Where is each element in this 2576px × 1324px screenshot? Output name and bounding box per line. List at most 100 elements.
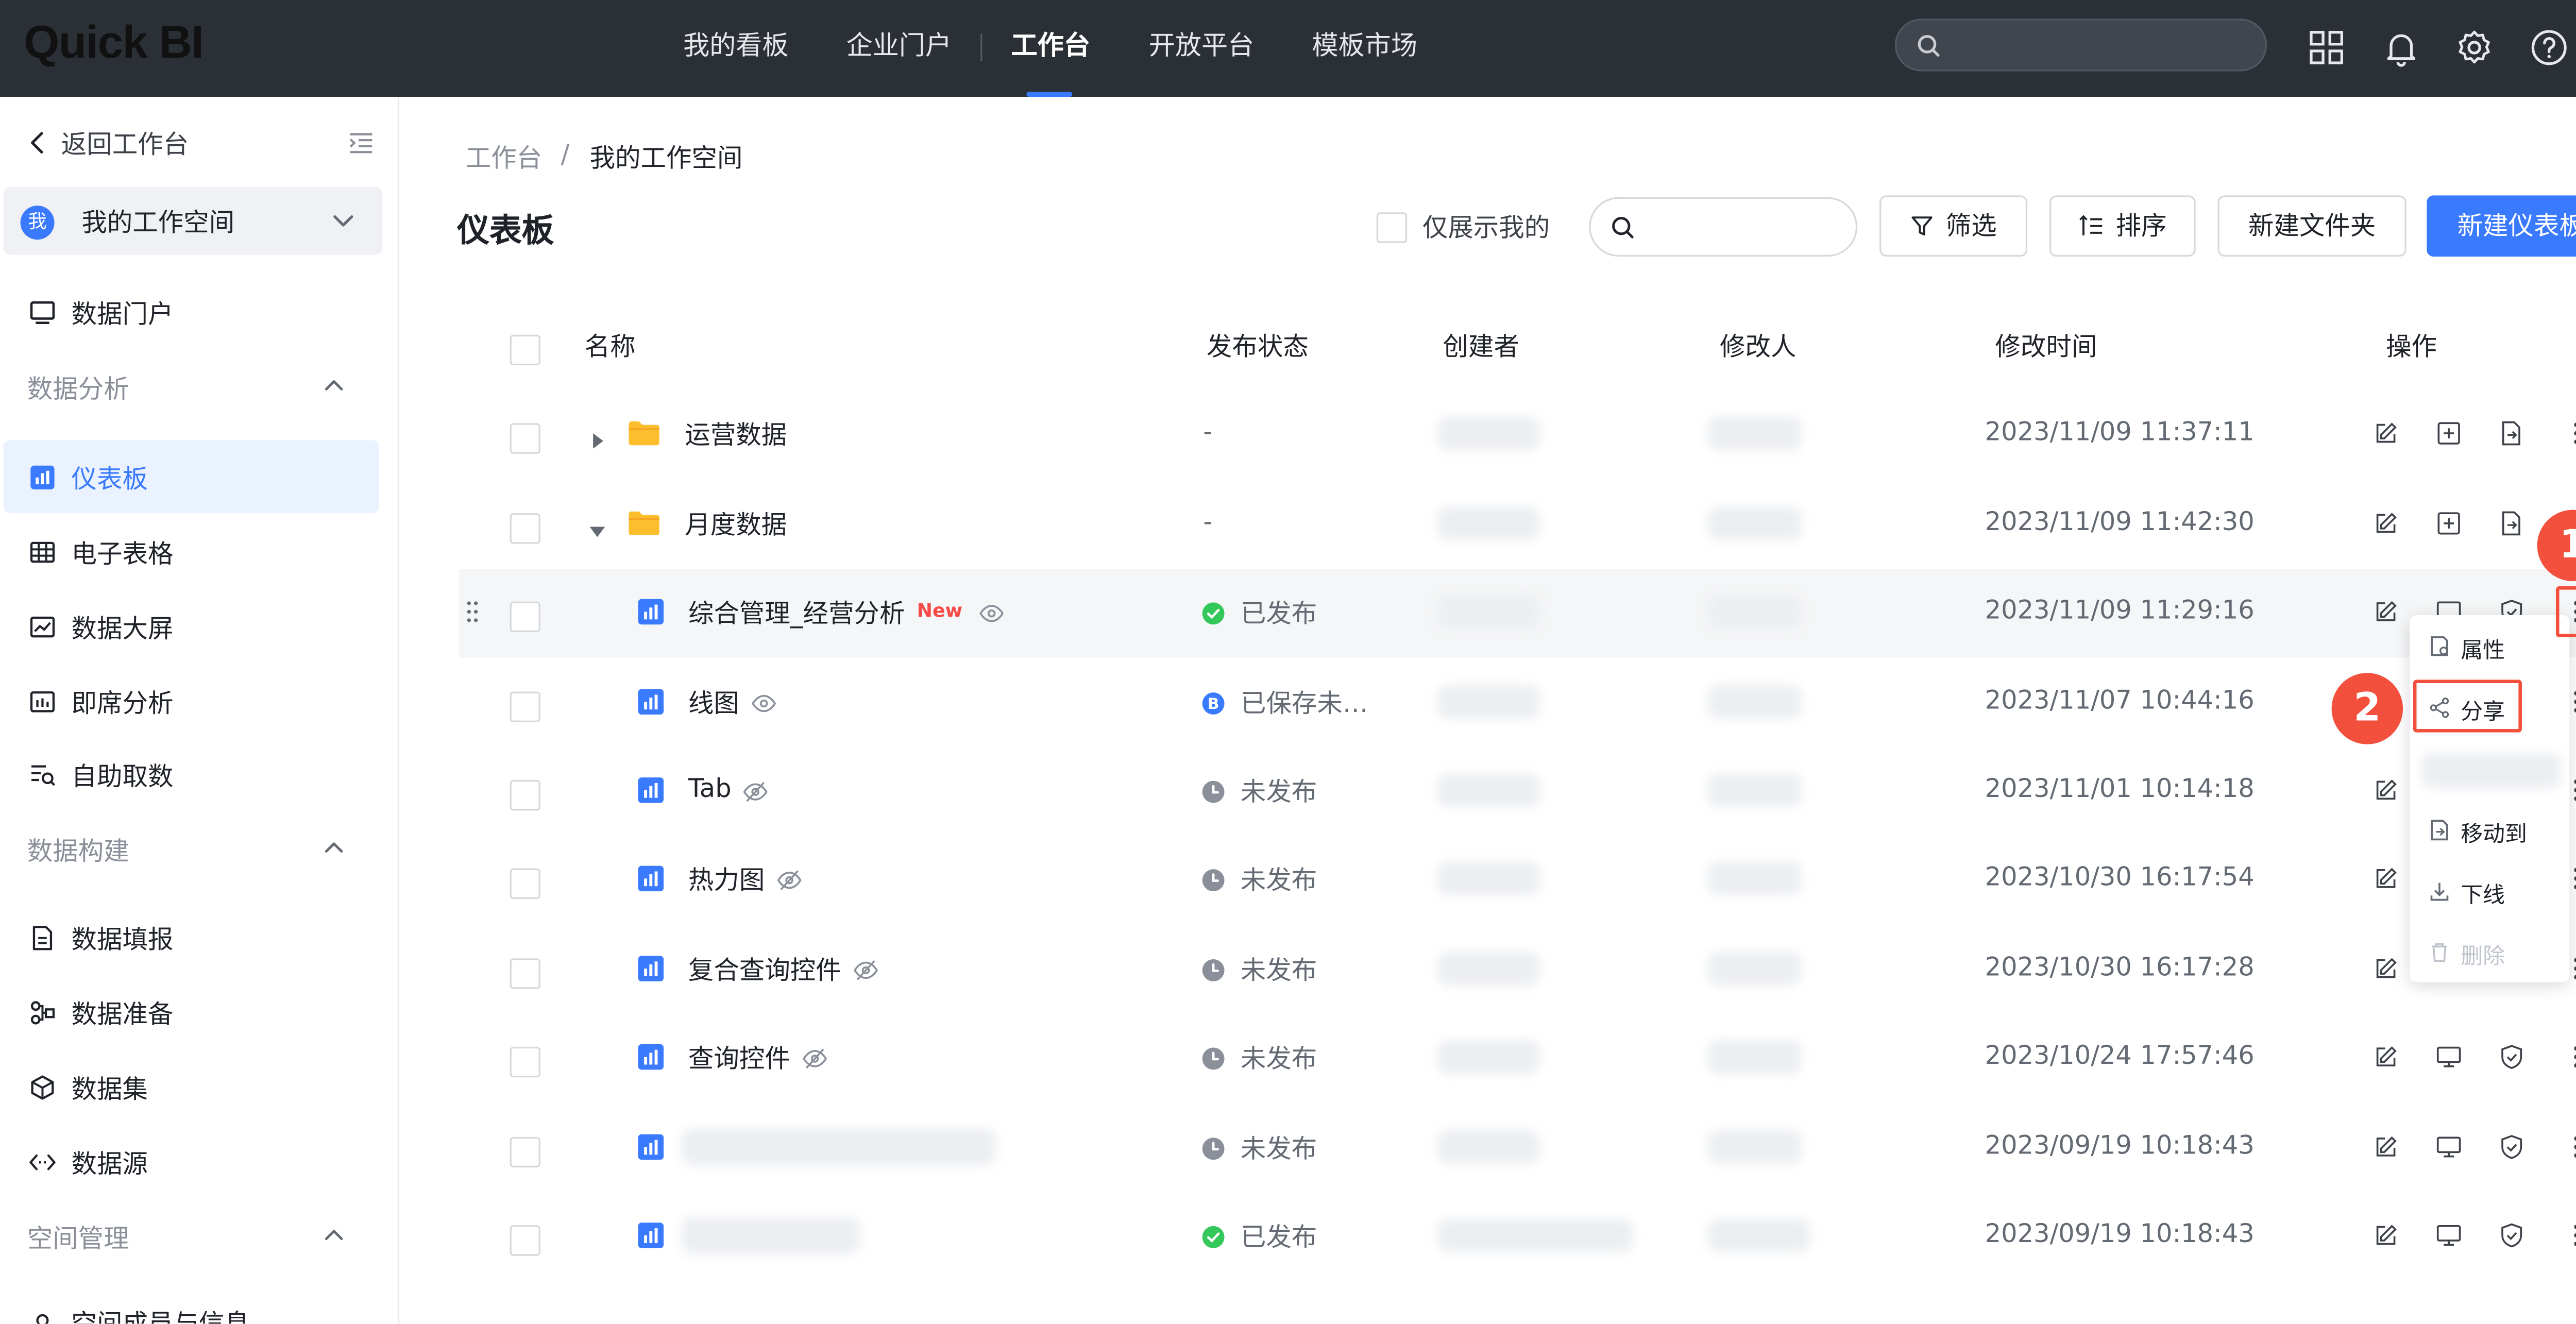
sidebar-item-data-fill[interactable]: 数据填报 [72, 921, 174, 957]
permission-shield-icon[interactable] [2498, 1043, 2526, 1071]
edit-icon[interactable] [2374, 510, 2401, 537]
sidebar-item-data-prep[interactable]: 数据准备 [72, 996, 174, 1031]
menu-item-offline[interactable]: 下线 [2461, 877, 2505, 909]
new-dashboard-button[interactable]: 新建仪表板 [2427, 195, 2576, 257]
column-header-modified-time[interactable]: 修改时间 [1995, 328, 2097, 364]
eye-icon[interactable] [979, 600, 1005, 623]
edit-icon[interactable] [2374, 420, 2401, 447]
sidebar-item-ad-hoc-analysis[interactable]: 即席分析 [72, 685, 174, 720]
dashboard-name[interactable]: 热力图 [688, 861, 765, 897]
eye-off-icon[interactable] [853, 957, 878, 980]
sidebar-item-dataset[interactable]: 数据集 [72, 1071, 148, 1106]
column-header-status[interactable]: 发布状态 [1207, 328, 1309, 364]
row-checkbox[interactable] [510, 1225, 540, 1256]
dashboard-name[interactable]: 复合查询控件 [688, 952, 841, 987]
nav-open-platform[interactable]: 开放平台 [1149, 0, 1255, 97]
add-folder-icon[interactable] [2435, 510, 2463, 537]
edit-icon[interactable] [2374, 776, 2401, 804]
dashboard-name[interactable]: 综合管理_经营分析 [688, 595, 905, 630]
eye-off-icon[interactable] [802, 1045, 827, 1069]
sidebar-item-data-screen[interactable]: 数据大屏 [72, 610, 174, 646]
row-checkbox[interactable] [510, 1136, 540, 1168]
row-checkbox[interactable] [510, 601, 540, 633]
dashboard-search-input[interactable] [1589, 197, 1858, 257]
new-folder-button[interactable]: 新建文件夹 [2217, 195, 2406, 257]
row-checkbox[interactable] [510, 1046, 540, 1078]
caret-right-icon[interactable] [588, 425, 606, 449]
column-header-modifier[interactable]: 修改人 [1720, 328, 1796, 364]
caret-down-icon[interactable] [588, 515, 606, 537]
only-mine-checkbox[interactable] [1376, 212, 1408, 243]
row-checkbox[interactable] [510, 513, 540, 544]
menu-item-properties[interactable]: 属性 [2461, 632, 2505, 664]
nav-template-market[interactable]: 模板市场 [1312, 0, 1417, 97]
row-checkbox[interactable] [510, 780, 540, 811]
sidebar-item-self-service-fetch[interactable]: 自助取数 [72, 758, 174, 793]
more-actions-icon[interactable] [2563, 1222, 2576, 1249]
back-to-workbench-link[interactable]: 返回工作台 [61, 126, 189, 161]
select-all-checkbox[interactable] [510, 334, 540, 366]
sidebar-item-spreadsheet[interactable]: 电子表格 [72, 535, 174, 571]
present-screen-icon[interactable] [2435, 1222, 2463, 1249]
row-checkbox[interactable] [510, 423, 540, 454]
sidebar-item-space-members[interactable]: 空间成员与信息 [72, 1305, 250, 1324]
add-folder-icon[interactable] [2435, 420, 2463, 447]
permission-shield-icon[interactable] [2498, 1133, 2526, 1161]
apps-grid-icon[interactable] [2306, 27, 2347, 68]
settings-gear-icon[interactable] [2454, 27, 2495, 68]
menu-item-blurred[interactable] [2421, 753, 2561, 789]
dashboard-name[interactable]: 线图 [688, 685, 739, 720]
dashboard-name[interactable]: Tab [688, 773, 732, 804]
eye-icon[interactable] [751, 690, 776, 714]
sidebar-group-data-analysis[interactable]: 数据分析 [27, 370, 129, 406]
sort-button[interactable]: 排序 [2049, 195, 2196, 257]
chevron-up-icon[interactable] [323, 839, 345, 856]
eye-off-icon[interactable] [743, 778, 769, 802]
row-checkbox[interactable] [510, 868, 540, 899]
present-screen-icon[interactable] [2435, 1133, 2463, 1161]
collapse-sidebar-icon[interactable] [348, 131, 374, 155]
breadcrumb-workbench[interactable]: 工作台 [466, 139, 542, 175]
column-header-creator[interactable]: 创建者 [1443, 328, 1519, 364]
app-logo[interactable]: Quick BI [24, 17, 204, 70]
chevron-up-icon[interactable] [323, 1227, 345, 1244]
global-search-input[interactable] [1894, 19, 2267, 72]
move-icon[interactable] [2498, 510, 2526, 537]
present-screen-icon[interactable] [2435, 1043, 2463, 1071]
sidebar-item-data-source[interactable]: 数据源 [72, 1145, 148, 1181]
edit-icon[interactable] [2374, 1133, 2401, 1161]
menu-item-move-to[interactable]: 移动到 [2461, 816, 2527, 847]
edit-icon[interactable] [2374, 955, 2401, 982]
notification-bell-icon[interactable] [2381, 27, 2421, 68]
eye-off-icon[interactable] [776, 867, 802, 890]
edit-icon[interactable] [2374, 598, 2401, 625]
dashboard-name[interactable]: 查询控件 [688, 1040, 790, 1076]
column-header-name[interactable]: 名称 [585, 328, 636, 364]
folder-name[interactable]: 月度数据 [685, 506, 787, 542]
more-actions-icon[interactable] [2563, 420, 2576, 447]
permission-shield-icon[interactable] [2498, 1222, 2526, 1249]
sidebar-item-data-portal[interactable]: 数据门户 [72, 296, 174, 331]
more-actions-icon[interactable] [2563, 1133, 2576, 1161]
move-icon[interactable] [2498, 420, 2526, 447]
sidebar-group-data-build[interactable]: 数据构建 [27, 833, 129, 868]
menu-item-share[interactable]: 分享 [2461, 693, 2505, 725]
row-checkbox[interactable] [510, 958, 540, 989]
nav-workbench[interactable]: 工作台 [1011, 0, 1090, 97]
dashboard-name-redacted[interactable] [681, 1128, 996, 1166]
chevron-up-icon[interactable] [323, 377, 345, 394]
help-question-icon[interactable] [2529, 27, 2569, 68]
edit-icon[interactable] [2374, 1043, 2401, 1071]
sidebar-group-space-management[interactable]: 空间管理 [27, 1220, 129, 1255]
sidebar-item-dashboard[interactable]: 仪表板 [72, 461, 148, 496]
nav-enterprise-portal[interactable]: 企业门户 [846, 0, 952, 97]
edit-icon[interactable] [2374, 865, 2401, 892]
filter-button[interactable]: 筛选 [1879, 195, 2028, 257]
dashboard-name-redacted[interactable] [681, 1216, 860, 1254]
drag-handle-icon[interactable] [466, 600, 479, 623]
more-actions-icon[interactable] [2563, 1043, 2576, 1071]
folder-name[interactable]: 运营数据 [685, 416, 787, 452]
only-mine-label[interactable]: 仅展示我的 [1422, 209, 1550, 245]
edit-icon[interactable] [2374, 1222, 2401, 1249]
nav-my-board[interactable]: 我的看板 [683, 0, 789, 97]
